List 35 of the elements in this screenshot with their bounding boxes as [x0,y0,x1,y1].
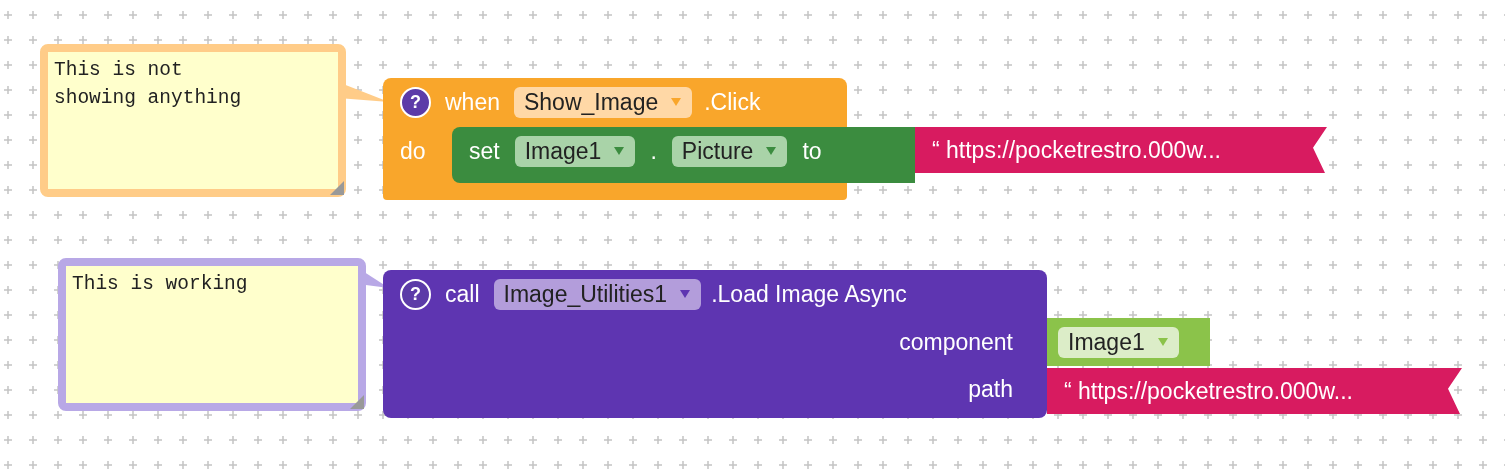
set-block[interactable]: set Image1 . Picture to [452,127,915,183]
block-keyword: do [400,137,426,166]
caret-icon [679,289,692,299]
comment-note[interactable]: This is working [58,258,366,411]
dot-separator: . [650,136,657,166]
component-dropdown[interactable]: Image1 [514,135,636,167]
text-block[interactable]: “ https://pocketrestro.000w... [915,127,1327,173]
argument-label: component [899,327,1013,357]
help-icon[interactable]: ? [400,86,431,118]
component-dropdown[interactable]: Show_Image [514,86,693,118]
event-name: .Click [704,87,761,117]
block-keyword: call [445,279,480,309]
component-dropdown[interactable]: Image1 [1058,326,1179,358]
component-block[interactable]: Image1 [1047,318,1210,366]
caret-icon [670,97,683,107]
resize-handle-icon[interactable] [350,395,364,409]
property-dropdown[interactable]: Picture [671,135,788,167]
block-keyword: to [802,136,822,166]
method-name: .Load Image Async [711,279,907,309]
comment-text: This is not showing anything [53,58,243,111]
component-dropdown[interactable]: Image_Utilities1 [493,278,702,310]
resize-handle-icon[interactable] [330,181,344,195]
text-value: “ https://pocketrestro.000w... [932,135,1221,165]
caret-icon [1156,337,1169,347]
block-keyword: set [469,136,500,166]
block-keyword: when [445,87,500,117]
caret-icon [613,146,626,156]
text-block[interactable]: “ https://pocketrestro.000w... [1047,368,1462,414]
call-block[interactable]: ? call Image_Utilities1 .Load Image Async component path [383,270,1047,418]
argument-label: path [968,374,1013,404]
comment-note[interactable]: This is not showing anything [40,44,346,197]
help-icon[interactable]: ? [400,278,431,310]
comment-text: This is working [71,272,249,297]
caret-icon [765,146,778,156]
text-value: “ https://pocketrestro.000w... [1064,376,1353,406]
